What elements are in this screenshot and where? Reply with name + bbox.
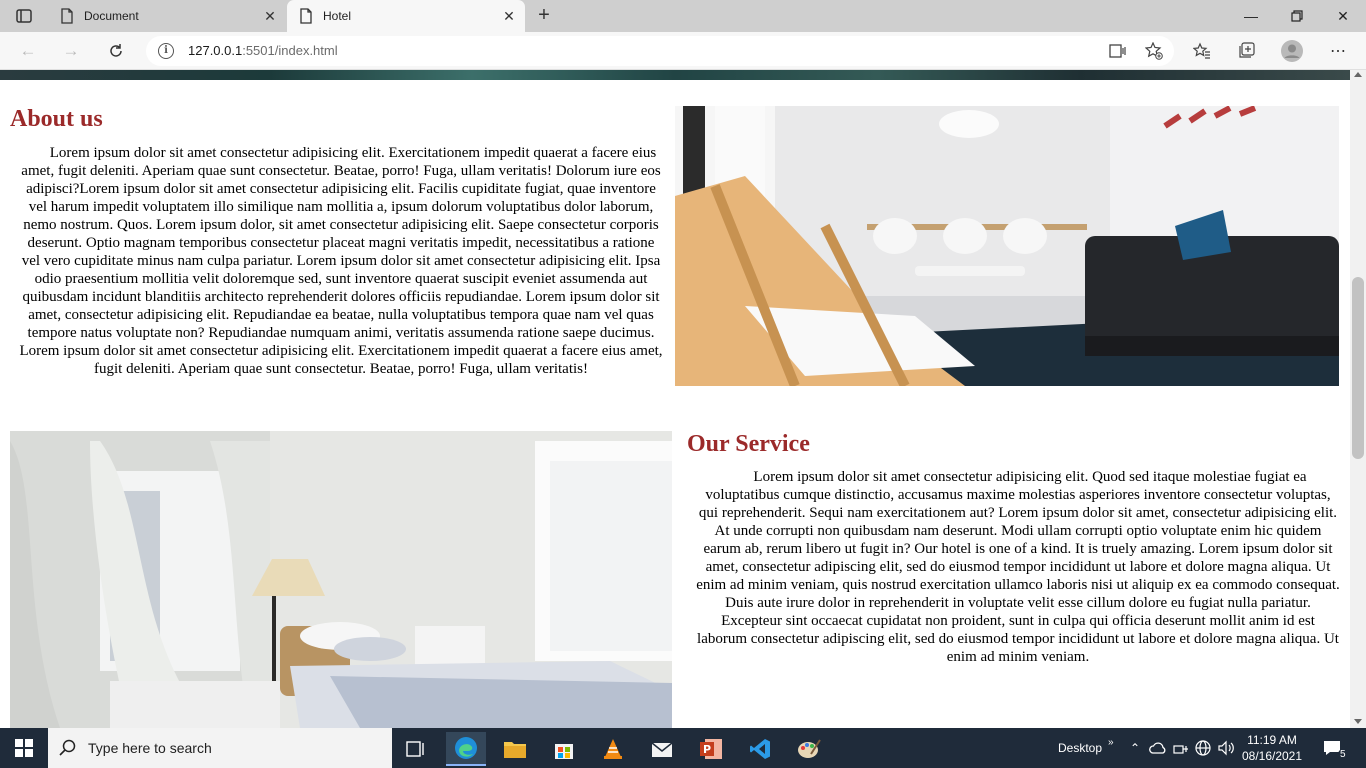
mail-icon <box>651 742 673 757</box>
paint-button[interactable] <box>789 732 829 766</box>
refresh-button[interactable] <box>102 38 130 64</box>
back-arrow-icon: ← <box>19 41 37 60</box>
minimize-button[interactable]: — <box>1228 0 1274 32</box>
file-explorer-button[interactable] <box>495 732 535 766</box>
system-tray: ⌃ <box>1127 728 1235 768</box>
star-add-icon <box>1145 42 1163 60</box>
scroll-thumb[interactable] <box>1352 277 1364 459</box>
folder-icon <box>504 742 526 758</box>
tab-document[interactable]: Document ✕ <box>48 0 286 32</box>
tab-title: Hotel <box>323 9 352 23</box>
chevron-right-icon: » <box>1108 736 1114 748</box>
add-favorite-button[interactable] <box>1140 38 1168 64</box>
page-viewport: About us Lorem ipsum dolor sit amet cons… <box>0 70 1350 728</box>
store-icon <box>555 744 573 759</box>
edge-icon <box>455 737 477 759</box>
onedrive-icon[interactable] <box>1149 741 1167 755</box>
mail-button[interactable] <box>642 732 682 766</box>
notification-badge: 5 <box>1338 748 1348 760</box>
tab-actions-icon <box>16 9 32 23</box>
clock-date: 08/16/2021 <box>1241 749 1303 763</box>
task-view-button[interactable] <box>396 732 436 766</box>
forward-button[interactable]: → <box>57 38 85 64</box>
page-icon <box>300 8 312 24</box>
profile-button[interactable] <box>1278 38 1306 64</box>
close-window-button[interactable]: ✕ <box>1320 0 1366 32</box>
show-hidden-icons-icon[interactable]: ⌃ <box>1127 741 1143 755</box>
url-text: 127.0.0.1:5501/index.html <box>188 43 338 58</box>
desktop-label: Desktop <box>1058 741 1103 755</box>
read-aloud-button[interactable] <box>1104 38 1132 64</box>
task-view-icon <box>406 741 424 757</box>
vlc-button[interactable] <box>593 732 633 766</box>
url-field[interactable]: i 127.0.0.1:5501/index.html <box>146 36 1174 66</box>
about-title: About us <box>10 106 103 132</box>
hero-image-bottom <box>0 70 1350 80</box>
favorites-icon <box>1193 42 1210 59</box>
close-tab-icon[interactable]: ✕ <box>258 8 282 25</box>
close-tab-icon[interactable]: ✕ <box>497 8 521 25</box>
scroll-up-icon[interactable] <box>1354 72 1362 77</box>
site-info-icon[interactable]: i <box>158 43 174 59</box>
close-icon: ✕ <box>1337 7 1349 24</box>
notifications-button[interactable]: 5 <box>1322 728 1348 768</box>
desktop-toolbar[interactable]: Desktop » <box>1058 728 1114 768</box>
more-options-button[interactable]: ⋯ <box>1324 38 1352 64</box>
avatar <box>1281 40 1303 62</box>
network-icon[interactable] <box>1173 741 1189 755</box>
edge-taskbar-button[interactable] <box>446 732 486 766</box>
forward-arrow-icon: → <box>62 41 80 60</box>
tab-actions-button[interactable] <box>8 6 40 26</box>
tab-hotel[interactable]: Hotel ✕ <box>287 0 525 32</box>
volume-icon[interactable] <box>1217 740 1235 756</box>
collections-button[interactable] <box>1232 38 1260 64</box>
clock[interactable]: 11:19 AM 08/16/2021 <box>1240 732 1304 764</box>
vscode-icon <box>750 739 770 759</box>
plus-icon: + <box>538 4 550 26</box>
store-button[interactable] <box>544 732 584 766</box>
search-placeholder: Type here to search <box>88 740 212 756</box>
vscode-button[interactable] <box>740 732 780 766</box>
paint-icon <box>798 739 821 758</box>
tab-strip: Document ✕ Hotel ✕ + — ✕ <box>0 0 1366 32</box>
refresh-icon <box>110 44 122 57</box>
tab-title: Document <box>84 9 139 23</box>
minimize-icon: — <box>1244 8 1258 24</box>
powerpoint-icon: P <box>700 739 722 759</box>
page-icon <box>61 8 73 24</box>
taskbar-search[interactable]: Type here to search <box>48 728 392 768</box>
service-text: Lorem ipsum dolor sit amet consectetur a… <box>696 469 1340 665</box>
address-bar: ← → i 127.0.0.1:5501/index.html ⋯ <box>0 32 1366 70</box>
new-tab-button[interactable]: + <box>530 4 558 28</box>
page-scrollbar[interactable] <box>1350 70 1366 728</box>
restore-button[interactable] <box>1274 0 1320 32</box>
collections-icon <box>1239 42 1255 58</box>
windows-icon <box>15 739 33 757</box>
bedroom-image <box>10 431 672 728</box>
start-button[interactable] <box>0 728 48 768</box>
clock-time: 11:19 AM <box>1247 733 1297 747</box>
vlc-icon <box>604 739 622 759</box>
url-host: 127.0.0.1 <box>188 43 243 58</box>
read-aloud-icon <box>1109 44 1126 58</box>
favorites-button[interactable] <box>1188 38 1216 64</box>
service-title: Our Service <box>687 431 810 457</box>
globe-icon[interactable] <box>1195 740 1211 756</box>
about-text: Lorem ipsum dolor sit amet consectetur a… <box>19 145 663 377</box>
living-room-image <box>675 106 1339 386</box>
more-icon: ⋯ <box>1330 43 1346 60</box>
powerpoint-button[interactable]: P <box>691 732 731 766</box>
taskbar: Type here to search P Desktop » ⌃ 11:19 … <box>0 728 1366 768</box>
scroll-down-icon[interactable] <box>1354 719 1362 724</box>
url-path: :5501/index.html <box>242 43 338 58</box>
back-button[interactable]: ← <box>14 38 42 64</box>
svg-text:P: P <box>703 743 711 756</box>
restore-icon <box>1291 10 1303 22</box>
search-icon <box>48 739 88 757</box>
